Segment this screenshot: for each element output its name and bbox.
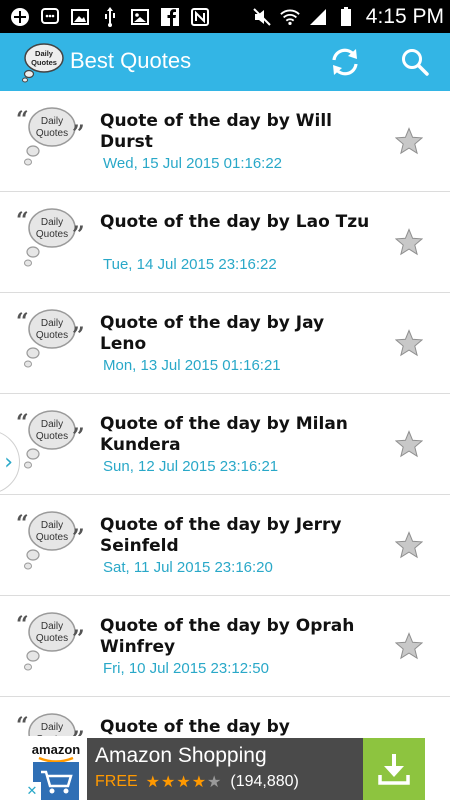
daily-quotes-thumbnail: “ ” Daily Quotes (14, 206, 86, 272)
list-item[interactable]: “ ” Daily Quotes Quote of the day by Opr… (0, 596, 450, 697)
usb-icon (100, 6, 120, 27)
nfc-icon (190, 7, 210, 27)
thumb-text-2: Quotes (36, 431, 68, 442)
svg-text:”: ” (72, 323, 85, 349)
search-button[interactable] (395, 42, 435, 82)
ad-price: FREE (95, 773, 138, 790)
clock: 4:15 PM (365, 4, 444, 28)
ad-close-icon[interactable]: ✕ (23, 782, 41, 800)
quote-date: Tue, 14 Jul 2015 23:16:22 (103, 256, 277, 273)
quote-title: Quote of the day by Oprah Winfrey (100, 616, 355, 657)
favorite-star-icon[interactable] (394, 531, 424, 559)
daily-quotes-thumbnail: “ ” Daily Quotes (14, 711, 86, 736)
svg-text:“: “ (16, 612, 29, 638)
list-item[interactable]: “ ” Daily Quotes Quote of the day by Lao… (0, 192, 450, 293)
chevron-right-icon: › (4, 449, 13, 475)
favorite-star-icon[interactable] (394, 228, 424, 256)
mute-icon (252, 7, 272, 27)
wifi-icon (280, 7, 300, 27)
daily-quotes-thumbnail: “ ” Daily Quotes (14, 408, 86, 474)
amazon-logo-text: amazon (32, 742, 80, 757)
download-icon (378, 754, 410, 785)
thumb-text-2: Quotes (36, 330, 68, 341)
signal-icon (308, 7, 328, 27)
ad-rating-stars: ★★★★★ (146, 772, 223, 792)
facebook-icon (160, 7, 180, 27)
refresh-icon (332, 48, 358, 76)
favorite-star-icon[interactable] (394, 127, 424, 155)
daily-quotes-thumbnail: “ ” Daily Quotes (14, 105, 86, 171)
ad-download-button[interactable] (363, 738, 425, 800)
ad-banner[interactable]: amazon ✕ Amazon Shopping FREE ★★★★★ (194… (23, 738, 425, 800)
favorite-star-icon[interactable] (394, 329, 424, 357)
add-icon (10, 7, 30, 27)
quote-date: Mon, 13 Jul 2015 01:16:21 (103, 357, 281, 374)
chat-icon (40, 7, 60, 27)
app-logo-text-2: Quotes (31, 58, 57, 67)
svg-text:“: “ (16, 410, 29, 436)
quote-date: Wed, 15 Jul 2015 01:16:22 (103, 155, 283, 172)
svg-text:“: “ (16, 208, 29, 234)
daily-quotes-thumbnail: “ ” Daily Quotes (14, 307, 86, 373)
thumb-text-1: Daily (41, 318, 63, 329)
search-icon (402, 49, 429, 76)
svg-text:”: ” (72, 222, 85, 248)
thumb-text-1: Daily (41, 419, 63, 430)
favorite-star-icon[interactable] (394, 430, 424, 458)
quote-date: Fri, 10 Jul 2015 23:12:50 (103, 660, 269, 677)
ad-stars-empty: ★ (207, 774, 223, 791)
image-icon (130, 7, 150, 27)
list-item[interactable]: “ ” Daily Quotes Quote of the day by Mil… (0, 394, 450, 495)
quote-title: Quote of the day by Mohandas (100, 717, 290, 736)
quote-title: Quote of the day by Will Durst (100, 111, 332, 152)
svg-text:”: ” (72, 424, 85, 450)
battery-icon (336, 6, 356, 27)
gallery-icon (70, 7, 90, 27)
list-item[interactable]: “ ” Daily Quotes Quote of the day by Moh… (0, 697, 450, 736)
quote-title: Quote of the day by Milan Kundera (100, 414, 348, 455)
svg-text:“: “ (16, 511, 29, 537)
thumb-text-1: Daily (41, 116, 63, 127)
list-item[interactable]: “ ” Daily Quotes Quote of the day by Wil… (0, 91, 450, 192)
quote-title: Quote of the day by Jerry Seinfeld (100, 515, 342, 556)
ad-stars-filled: ★★★★ (145, 774, 208, 791)
thumb-text-1: Daily (41, 520, 63, 531)
app-logo[interactable]: Daily Quotes (20, 41, 64, 83)
thumb-text-2: Quotes (36, 128, 68, 139)
ad-rating-count: (194,880) (230, 773, 299, 790)
thumb-text-1: Daily (41, 722, 63, 733)
daily-quotes-thumbnail: “ ” Daily Quotes (14, 610, 86, 676)
app-title: Best Quotes (70, 48, 192, 73)
thumb-text-2: Quotes (36, 633, 68, 644)
svg-text:“: “ (16, 107, 29, 133)
svg-text:”: ” (72, 525, 85, 551)
svg-text:“: “ (16, 309, 29, 335)
thumb-text-1: Daily (41, 621, 63, 632)
ad-title: Amazon Shopping (95, 744, 267, 767)
app-logo-text-1: Daily (35, 49, 54, 58)
quote-title: Quote of the day by Lao Tzu (100, 212, 370, 232)
thumb-text-2: Quotes (36, 532, 68, 543)
list-item[interactable]: “ ” Daily Quotes Quote of the day by Jer… (0, 495, 450, 596)
thumb-text-2: Quotes (36, 229, 68, 240)
daily-quotes-thumbnail: “ ” Daily Quotes (14, 509, 86, 575)
ad-meta: FREE ★★★★★ (194,880) (95, 772, 299, 792)
list-item[interactable]: “ ” Daily Quotes Quote of the day by Jay… (0, 293, 450, 394)
quote-date: Sun, 12 Jul 2015 23:16:21 (103, 458, 279, 475)
quote-title: Quote of the day by Jay Leno (100, 313, 325, 354)
quote-date: Sat, 11 Jul 2015 23:16:20 (103, 559, 273, 576)
status-bar: 4:15 PM (0, 0, 450, 33)
svg-text:”: ” (72, 121, 85, 147)
svg-text:”: ” (72, 626, 85, 652)
refresh-button[interactable] (325, 42, 365, 82)
action-bar: Daily Quotes Best Quotes (0, 33, 450, 91)
thumb-text-2: Quotes (36, 734, 68, 736)
thumb-text-1: Daily (41, 217, 63, 228)
favorite-star-icon[interactable] (394, 632, 424, 660)
quote-list[interactable]: “ ” Daily Quotes Quote of the day by Wil… (0, 91, 450, 736)
svg-text:”: ” (72, 727, 85, 736)
svg-text:“: “ (16, 713, 29, 736)
